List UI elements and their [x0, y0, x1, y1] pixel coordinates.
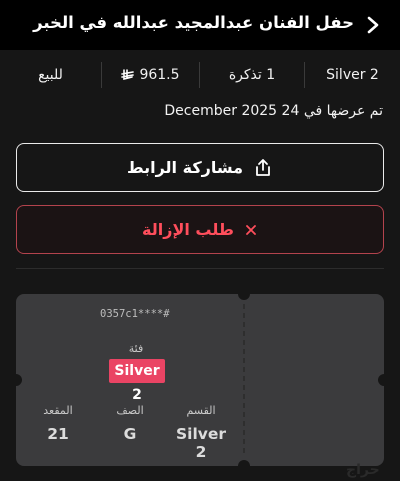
summary-price: 961.5: [102, 67, 199, 83]
share-link-label: مشاركة الرابط: [126, 158, 244, 177]
divider: [101, 62, 102, 88]
request-removal-button[interactable]: طلب الإزالة: [16, 205, 384, 254]
class-label: فئة: [128, 342, 144, 355]
riyal-icon: [121, 68, 135, 80]
seat-label: المقعد: [43, 404, 73, 417]
share-link-button[interactable]: مشاركة الرابط: [16, 143, 384, 192]
section-column: القسم Silver 2: [168, 404, 234, 461]
request-removal-label: طلب الإزالة: [142, 220, 234, 239]
page-title: حفل الفنان عبدالمجيد عبدالله في الخبر: [33, 13, 354, 32]
row-column: الصف G: [108, 404, 152, 443]
divider: [199, 62, 200, 88]
section-value: Silver 2: [175, 425, 227, 461]
close-icon: [246, 224, 256, 235]
seat-column: المقعد 21: [30, 404, 86, 443]
divider: [304, 62, 305, 88]
chevron-right-icon[interactable]: [364, 15, 382, 35]
ticket-summary: Silver 2 1 تذكرة 961.5 للبيع: [0, 60, 400, 90]
share-icon: [256, 158, 270, 176]
row-value: G: [123, 425, 137, 443]
summary-ticket-count: 1 تذكرة: [228, 67, 276, 83]
top-bar: حفل الفنان عبدالمجيد عبدالله في الخبر: [0, 0, 400, 50]
seat-value: 21: [47, 425, 69, 443]
summary-class: Silver 2: [326, 67, 379, 83]
summary-status: للبيع: [38, 67, 63, 83]
class-badge: Silver 2: [109, 359, 165, 403]
section-divider: [16, 268, 384, 269]
listed-date: تم عرضها في 24 December 2025: [164, 103, 383, 119]
row-label: الصف: [116, 404, 144, 417]
price-value: 961.5: [139, 67, 180, 83]
brand-logo: حراج: [346, 462, 380, 478]
ticket-code: 0357c1****#: [100, 308, 170, 320]
section-label: القسم: [186, 404, 216, 417]
